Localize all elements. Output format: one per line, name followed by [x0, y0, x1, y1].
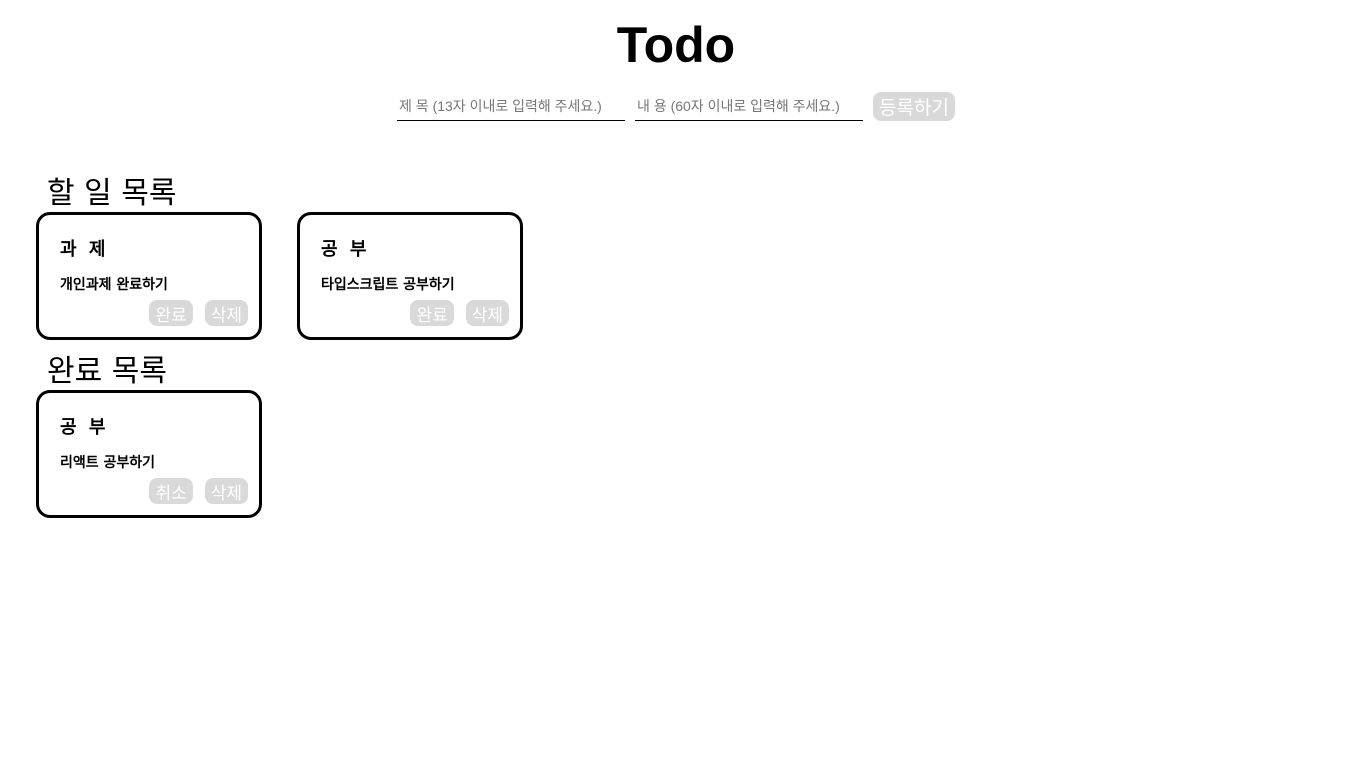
done-list: 공 부 리액트 공부하기 취소 삭제: [36, 390, 262, 518]
content-input[interactable]: [635, 92, 864, 121]
todo-list: 과 제 개인과제 완료하기 완료 삭제 공 부 타입스크립트 공부하기 완료 삭…: [36, 212, 523, 340]
card-title: 공 부: [321, 239, 370, 260]
card-content: 리액트 공부하기: [60, 455, 156, 471]
done-card: 공 부 리액트 공부하기 취소 삭제: [36, 390, 262, 518]
todo-section-title: 할 일 목록: [47, 176, 177, 211]
card-title: 공 부: [60, 417, 109, 438]
todo-form: 등록하기: [0, 92, 1352, 121]
title-input[interactable]: [397, 92, 626, 121]
todo-card: 공 부 타입스크립트 공부하기 완료 삭제: [297, 212, 523, 340]
card-content: 개인과제 완료하기: [60, 277, 168, 293]
page-title: Todo: [616, 17, 736, 73]
delete-button[interactable]: 삭제: [204, 478, 248, 504]
todo-card: 과 제 개인과제 완료하기 완료 삭제: [36, 212, 262, 340]
delete-button[interactable]: 삭제: [465, 300, 509, 326]
register-button[interactable]: 등록하기: [873, 92, 955, 121]
cancel-button[interactable]: 취소: [149, 478, 193, 504]
card-content: 타입스크립트 공부하기: [321, 277, 455, 293]
delete-button[interactable]: 삭제: [204, 300, 248, 326]
complete-button[interactable]: 완료: [149, 300, 193, 326]
complete-button[interactable]: 완료: [410, 300, 454, 326]
card-title: 과 제: [60, 239, 109, 260]
done-section-title: 완료 목록: [47, 354, 167, 389]
